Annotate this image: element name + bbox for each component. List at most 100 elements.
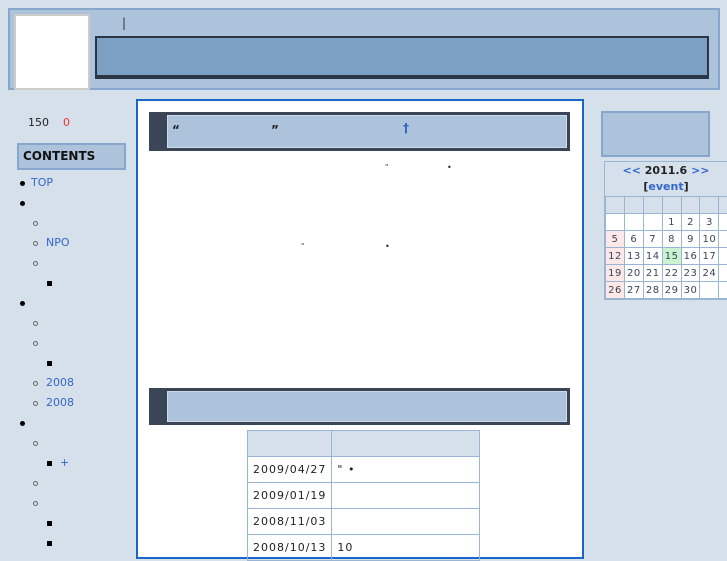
calendar-week: 5678910 [606, 231, 727, 248]
calendar-day [624, 214, 643, 231]
sidebar-item[interactable]: NPO [46, 235, 70, 251]
calendar-day [700, 282, 719, 299]
calendar-day[interactable]: 21 [643, 265, 662, 282]
calendar-day[interactable]: 3 [700, 214, 719, 231]
calendar-day [719, 282, 727, 299]
news-text[interactable] [332, 483, 480, 509]
news-date: 2008/11/03 [248, 509, 332, 535]
calendar-week: 123 [606, 214, 727, 231]
close-quote: ” [271, 123, 279, 137]
calendar-day[interactable]: 27 [624, 282, 643, 299]
circle-bullet-icon [33, 441, 38, 446]
calendar-day[interactable]: 8 [662, 231, 681, 248]
table-row: 2009/01/19 [248, 483, 480, 509]
calendar-day[interactable]: 23 [681, 265, 700, 282]
table-row: 2008/11/03 [248, 509, 480, 535]
sidebar-item[interactable]: + [60, 455, 69, 471]
calendar-title: 2011.6 [645, 164, 687, 177]
calendar-day [606, 214, 625, 231]
news-table: 2009/04/27" •2009/01/192008/11/032008/10… [247, 430, 480, 561]
calendar-day[interactable]: 13 [624, 248, 643, 265]
bullet-icon [20, 201, 25, 206]
calendar-day[interactable]: 22 [662, 265, 681, 282]
news-date: 2009/04/27 [248, 457, 332, 483]
bullet-icon [20, 301, 25, 306]
header-banner [95, 36, 709, 79]
calendar-day [719, 214, 727, 231]
side-banner[interactable] [601, 111, 710, 157]
sidebar-item[interactable]: 2008 [46, 395, 74, 411]
calendar-day[interactable]: 29 [662, 282, 681, 299]
news-date: 2008/10/13 [248, 535, 332, 561]
calendar-day[interactable]: 5 [606, 231, 625, 248]
news-text[interactable]: " • [332, 457, 480, 483]
calendar-day [719, 265, 727, 282]
calendar-week: 121314151617 [606, 248, 727, 265]
calendar-day[interactable]: 9 [681, 231, 700, 248]
total-count: 150 [28, 116, 49, 129]
dagger-link[interactable]: † [403, 121, 409, 135]
calendar-day[interactable]: 6 [624, 231, 643, 248]
calendar-day[interactable]: 14 [643, 248, 662, 265]
sidebar-item[interactable]: TOP [31, 175, 53, 191]
square-bullet-icon [47, 521, 52, 526]
calendar-day[interactable]: 12 [606, 248, 625, 265]
contents-heading: CONTENTS [17, 143, 126, 170]
calendar-week: 192021222324 [606, 265, 727, 282]
logo[interactable] [14, 14, 90, 90]
calendar-day[interactable]: 10 [700, 231, 719, 248]
calendar-day [643, 214, 662, 231]
bullet-mark: • [385, 242, 390, 251]
news-date: 2009/01/19 [248, 483, 332, 509]
table-header [248, 431, 480, 457]
calendar-day[interactable]: 28 [643, 282, 662, 299]
circle-bullet-icon [33, 501, 38, 506]
next-month-link[interactable]: >> [691, 164, 709, 177]
calendar-day[interactable]: 20 [624, 265, 643, 282]
quote-mark: " [385, 163, 388, 171]
square-bullet-icon [47, 461, 52, 466]
calendar: << 2011.6 >> [event] 1235678910121314151… [604, 161, 727, 300]
circle-bullet-icon [33, 261, 38, 266]
calendar-day[interactable]: 17 [700, 248, 719, 265]
circle-bullet-icon [33, 241, 38, 246]
today-count: 0 [63, 116, 70, 129]
table-row: 2009/04/27" • [248, 457, 480, 483]
circle-bullet-icon [33, 341, 38, 346]
calendar-day [719, 248, 727, 265]
calendar-day[interactable]: 15 [662, 248, 681, 265]
header-separator: | [122, 16, 126, 30]
calendar-day[interactable]: 2 [681, 214, 700, 231]
table-row: 2008/10/1310 [248, 535, 480, 561]
circle-bullet-icon [33, 401, 38, 406]
calendar-day[interactable]: 7 [643, 231, 662, 248]
calendar-day[interactable]: 16 [681, 248, 700, 265]
circle-bullet-icon [33, 381, 38, 386]
calendar-day[interactable]: 30 [681, 282, 700, 299]
quote-mark: " [301, 242, 304, 250]
circle-bullet-icon [33, 321, 38, 326]
calendar-week: 2627282930 [606, 282, 727, 299]
section-heading: “ ” † [149, 112, 570, 151]
prev-month-link[interactable]: << [622, 164, 640, 177]
event-link[interactable]: event [648, 180, 683, 193]
bullet-mark: • [447, 163, 452, 172]
square-bullet-icon [47, 281, 52, 286]
visitor-counter: 1500 [28, 116, 70, 129]
circle-bullet-icon [33, 481, 38, 486]
square-bullet-icon [47, 361, 52, 366]
sidebar-item[interactable]: 2008 [46, 375, 74, 391]
news-text[interactable] [332, 509, 480, 535]
calendar-day[interactable]: 1 [662, 214, 681, 231]
circle-bullet-icon [33, 221, 38, 226]
bullet-icon [20, 181, 25, 186]
calendar-day[interactable]: 24 [700, 265, 719, 282]
open-quote: “ [172, 123, 180, 137]
bullet-icon [20, 421, 25, 426]
news-text[interactable]: 10 [332, 535, 480, 561]
calendar-day [719, 231, 727, 248]
news-heading [149, 388, 570, 425]
square-bullet-icon [47, 541, 52, 546]
calendar-day[interactable]: 19 [606, 265, 625, 282]
calendar-day[interactable]: 26 [606, 282, 625, 299]
